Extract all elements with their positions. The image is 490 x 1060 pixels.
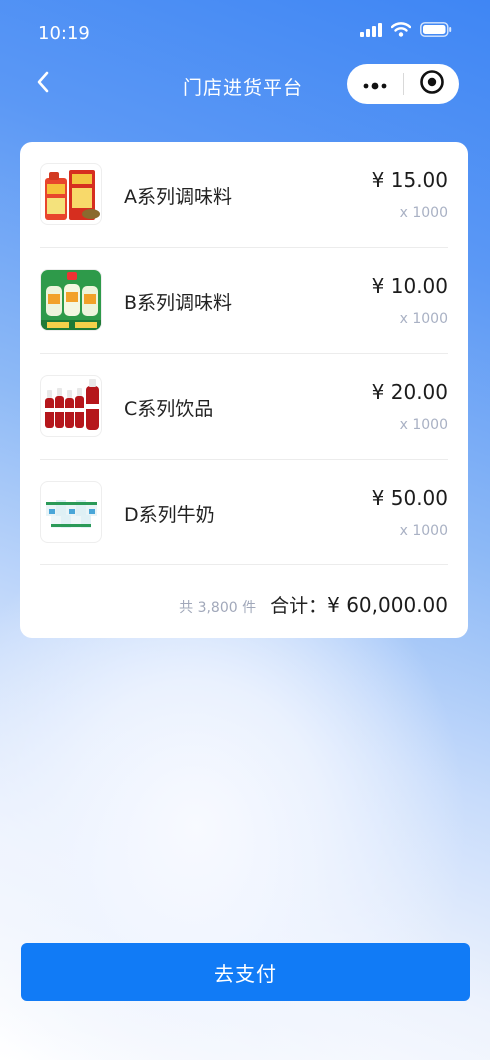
divider [40, 564, 448, 565]
status-icons [360, 22, 452, 41]
item-name: D系列牛奶 [124, 504, 215, 526]
list-item[interactable]: B系列调味料 ¥ 10.00 x 1000 [40, 248, 448, 353]
seasoning-jars-thumbnail [40, 269, 102, 331]
item-price: ¥ 10.00 [371, 274, 448, 298]
more-dots-icon [362, 75, 388, 94]
miniprogram-capsule [347, 64, 459, 104]
nav-bar: 门店进货平台 [0, 62, 490, 106]
milk-cartons-thumbnail [40, 481, 102, 543]
order-card: A系列调味料 ¥ 15.00 x 1000 B系列调味料 ¥ 10.00 x 1… [20, 142, 468, 638]
more-button[interactable] [347, 64, 403, 104]
item-quantity: x 1000 [399, 205, 448, 221]
signal-icon [360, 22, 382, 41]
pay-button[interactable]: 去支付 [21, 943, 470, 1001]
total-label: 合计： [270, 595, 328, 617]
item-quantity: x 1000 [399, 523, 448, 539]
item-price: ¥ 20.00 [371, 380, 448, 404]
seasoning-bottles-thumbnail [40, 163, 102, 225]
item-quantity: x 1000 [399, 311, 448, 327]
item-name: C系列饮品 [124, 398, 214, 420]
target-circle-icon [419, 69, 445, 99]
wifi-icon [390, 22, 412, 41]
total-count: 共 3,800 件 [179, 600, 257, 616]
item-name: A系列调味料 [124, 186, 232, 208]
close-miniprogram-button[interactable] [404, 64, 459, 104]
page-title-text: 门店进货平台 [182, 77, 303, 99]
list-item[interactable]: C系列饮品 ¥ 20.00 x 1000 [40, 354, 448, 459]
cola-bottles-thumbnail [40, 375, 102, 437]
order-summary: 共 3,800 件 合计： ¥ 60,000.00 [179, 591, 448, 618]
item-quantity: x 1000 [399, 417, 448, 433]
item-price: ¥ 50.00 [371, 486, 448, 510]
item-price: ¥ 15.00 [371, 168, 448, 192]
total-value: ¥ 60,000.00 [327, 593, 448, 617]
status-time: 10:19 [38, 23, 90, 44]
battery-icon [420, 22, 452, 41]
status-bar: 10:19 [0, 0, 490, 60]
item-name: B系列调味料 [124, 292, 233, 314]
list-item[interactable]: A系列调味料 ¥ 15.00 x 1000 [40, 142, 448, 247]
list-item[interactable]: D系列牛奶 ¥ 50.00 x 1000 [40, 460, 448, 565]
